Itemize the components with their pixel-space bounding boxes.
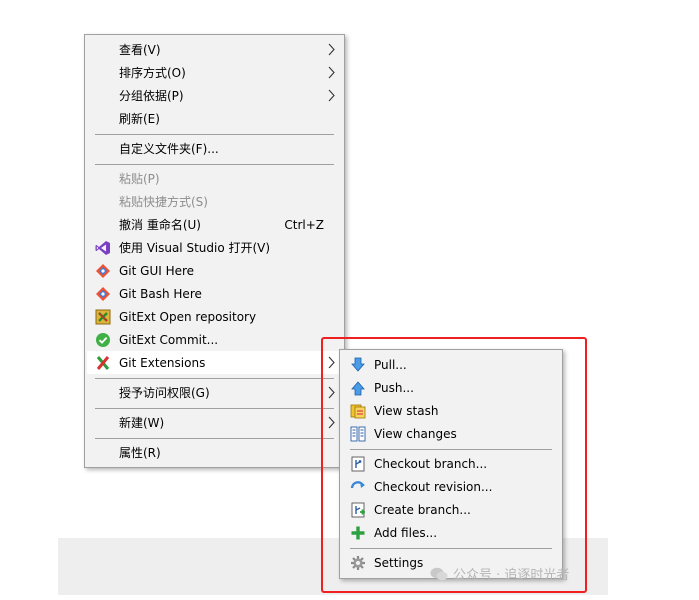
menu-item-paste-shortcut: 粘贴快捷方式(S) <box>87 190 342 213</box>
menu-item-label: 排序方式(O) <box>119 66 186 80</box>
menu-item-open-with-visual-studio[interactable]: 使用 Visual Studio 打开(V) <box>87 236 342 259</box>
menu-item-label: 粘贴快捷方式(S) <box>119 195 208 209</box>
menu-item-label: Git Bash Here <box>119 286 202 301</box>
menu-item-properties[interactable]: 属性(R) <box>87 441 342 464</box>
menu-item-gitext-commit[interactable]: GitExt Commit... <box>87 328 342 351</box>
menu-item-shortcut: Ctrl+Z <box>284 217 324 232</box>
git-bash-icon <box>95 286 111 302</box>
menu-item-undo-rename[interactable]: 撤消 重命名(U) Ctrl+Z <box>87 213 342 236</box>
chevron-right-icon <box>328 66 335 79</box>
menu-item-label: 授予访问权限(G) <box>119 386 210 400</box>
menu-item-label: Git GUI Here <box>119 263 195 278</box>
menu-separator <box>95 134 334 135</box>
menu-item-git-gui-here[interactable]: Git GUI Here <box>87 259 342 282</box>
menu-item-paste: 粘贴(P) <box>87 167 342 190</box>
menu-item-give-access[interactable]: 授予访问权限(G) <box>87 381 342 404</box>
menu-item-label: 使用 Visual Studio 打开(V) <box>119 241 271 255</box>
menu-item-label: GitExt Commit... <box>119 332 219 347</box>
gitext-commit-icon <box>95 332 111 348</box>
menu-item-label: 撤消 重命名(U) <box>119 218 201 232</box>
menu-item-customize-folder[interactable]: 自定义文件夹(F)... <box>87 137 342 160</box>
menu-item-label: 粘贴(P) <box>119 172 160 186</box>
menu-item-git-extensions[interactable]: Git Extensions <box>87 351 342 374</box>
chevron-right-icon <box>328 43 335 56</box>
menu-separator <box>95 438 334 439</box>
menu-separator <box>95 408 334 409</box>
menu-item-sort-by[interactable]: 排序方式(O) <box>87 61 342 84</box>
gitext-open-repo-icon <box>95 309 111 325</box>
menu-item-gitext-open-repository[interactable]: GitExt Open repository <box>87 305 342 328</box>
menu-item-view[interactable]: 查看(V) <box>87 38 342 61</box>
menu-separator <box>95 378 334 379</box>
menu-item-label: 查看(V) <box>119 43 161 57</box>
git-extensions-icon <box>95 355 111 371</box>
context-menu: 查看(V) 排序方式(O) 分组依据(P) 刷新(E) 自定义文件夹(F)...… <box>84 34 345 468</box>
highlight-box <box>321 337 587 593</box>
menu-item-label: 新建(W) <box>119 416 165 430</box>
menu-item-label: 分组依据(P) <box>119 89 184 103</box>
menu-item-label: Git Extensions <box>119 355 206 370</box>
menu-item-label: GitExt Open repository <box>119 309 257 324</box>
chevron-right-icon <box>328 89 335 102</box>
menu-item-label: 自定义文件夹(F)... <box>119 142 219 156</box>
menu-separator <box>95 164 334 165</box>
wechat-icon <box>430 567 448 580</box>
git-gui-icon <box>95 263 111 279</box>
watermark: 公众号 · 追逐时光者 <box>430 564 569 583</box>
visual-studio-icon <box>95 240 111 256</box>
watermark-text: 公众号 · 追逐时光者 <box>453 568 570 583</box>
menu-item-new[interactable]: 新建(W) <box>87 411 342 434</box>
menu-item-refresh[interactable]: 刷新(E) <box>87 107 342 130</box>
menu-item-label: 属性(R) <box>119 446 161 460</box>
menu-item-git-bash-here[interactable]: Git Bash Here <box>87 282 342 305</box>
menu-item-label: 刷新(E) <box>119 112 160 126</box>
menu-item-group-by[interactable]: 分组依据(P) <box>87 84 342 107</box>
